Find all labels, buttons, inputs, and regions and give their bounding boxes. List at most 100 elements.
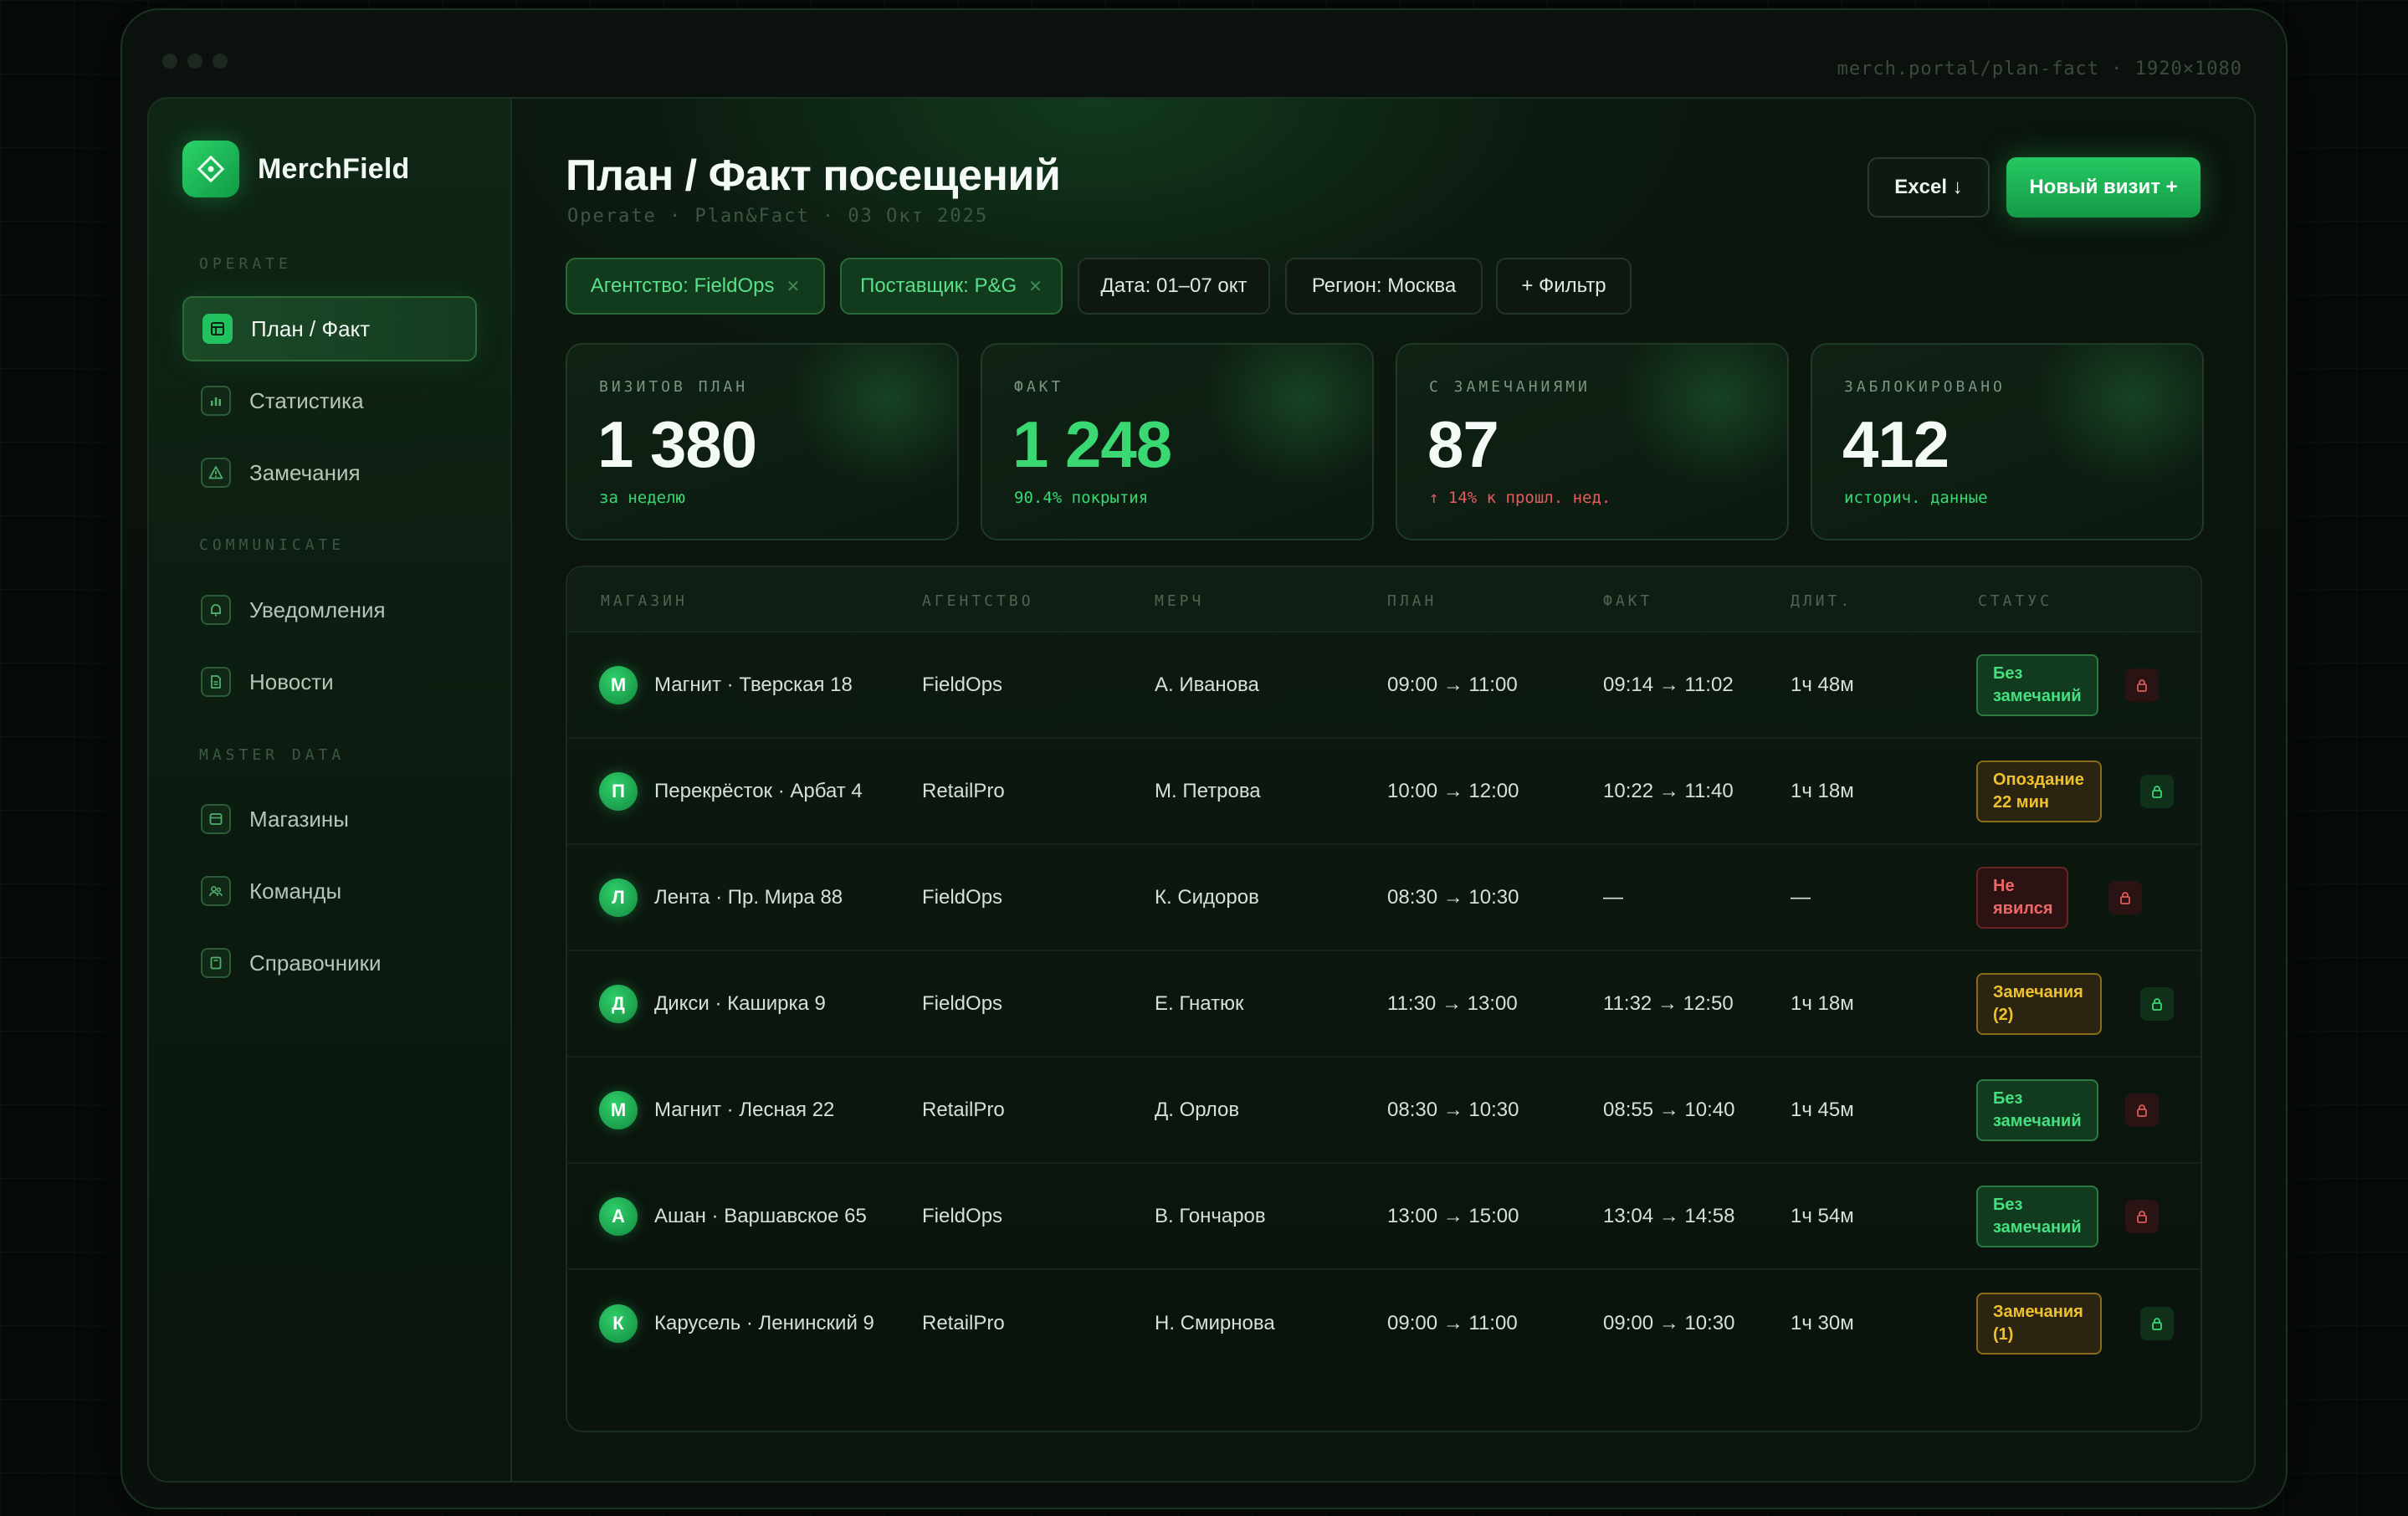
sidebar-item-notifications[interactable]: Уведомления xyxy=(182,577,477,643)
warning-icon xyxy=(201,458,231,488)
table-row[interactable]: М Магнит · Тверская 18 FieldOps А. Иванова 0… xyxy=(567,633,2201,739)
filter-chip-label: Поставщик: P&G xyxy=(860,274,1017,297)
column-header-merch[interactable]: МЕРЧ xyxy=(1155,592,1204,610)
fact-time-cell: 11:32 → 12:50 xyxy=(1603,991,1734,1015)
store-name[interactable]: Магнит · Тверская 18 xyxy=(654,673,853,697)
table-header: МАГАЗИН АГЕНТСТВО МЕРЧ ПЛАН ФАКТ ДЛИТ. С… xyxy=(567,567,2201,633)
status-badge: Замечания (2) xyxy=(1976,972,2102,1035)
stat-note: историч. данные xyxy=(1844,489,1988,507)
excel-export-button[interactable]: Excel ↓ xyxy=(1867,157,1990,218)
merch-cell: Н. Смирнова xyxy=(1155,1311,1275,1334)
table-row[interactable]: А Ашан · Варшавское 65 FieldOps В. Гончаров… xyxy=(567,1164,2201,1270)
stat-value: 412 xyxy=(1842,407,1949,481)
duration-cell: — xyxy=(1791,885,1811,909)
document-icon xyxy=(201,667,231,697)
users-icon xyxy=(201,876,231,906)
status-badge: Без замечаний xyxy=(1976,1185,2098,1247)
sidebar-item-stores[interactable]: Магазины xyxy=(182,786,477,852)
column-header-store[interactable]: МАГАЗИН xyxy=(601,592,688,610)
window-controls xyxy=(162,54,228,69)
store-name[interactable]: Лента · Пр. Мира 88 xyxy=(654,886,843,909)
page-title: План / Факт посещений xyxy=(566,151,1061,200)
url-label: merch.portal/plan-fact · 1920×1080 xyxy=(1837,59,2242,79)
plan-time-cell: 09:00 → 11:00 xyxy=(1387,673,1518,696)
table-row[interactable]: Д Дикси · Каширка 9 FieldOps Е. Гнатюк 11:30… xyxy=(567,951,2201,1058)
sidebar-item-references[interactable]: Справочники xyxy=(182,930,477,996)
fact-time-cell: — xyxy=(1603,885,1623,909)
brand[interactable]: MerchField xyxy=(182,141,409,197)
duration-cell: 1ч 18м xyxy=(1791,991,1854,1015)
bar-chart-icon xyxy=(201,386,231,416)
status-badge: Не явился xyxy=(1976,866,2068,929)
add-filter-button[interactable]: + Фильтр xyxy=(1496,258,1632,315)
agency-cell: FieldOps xyxy=(922,991,1003,1015)
store-name[interactable]: Магнит · Лесная 22 xyxy=(654,1099,834,1122)
store-name[interactable]: Перекрёсток · Арбат 4 xyxy=(654,780,863,803)
table-row[interactable]: М Магнит · Лесная 22 RetailPro Д. Орлов 08:3… xyxy=(567,1058,2201,1164)
filter-chip-supplier[interactable]: Поставщик: P&G ✕ xyxy=(840,258,1063,315)
lock-icon[interactable] xyxy=(2108,880,2142,914)
window-minimize-dot[interactable] xyxy=(187,54,202,69)
column-header-fact[interactable]: ФАКТ xyxy=(1603,592,1652,610)
merch-cell: Е. Гнатюк xyxy=(1155,991,1244,1015)
column-header-plan[interactable]: ПЛАН xyxy=(1387,592,1437,610)
stat-card-blocked: ЗАБЛОКИРОВАНО 412 историч. данные xyxy=(1811,343,2204,540)
duration-cell: 1ч 45м xyxy=(1791,1098,1854,1121)
sidebar-item-statistics[interactable]: Статистика xyxy=(182,368,477,433)
status-badge: Замечания (1) xyxy=(1976,1292,2102,1355)
merch-cell: А. Иванова xyxy=(1155,673,1259,696)
close-icon[interactable]: ✕ xyxy=(786,276,800,297)
sidebar-item-plan-fact[interactable]: План / Факт xyxy=(182,296,477,361)
sidebar-item-teams[interactable]: Команды xyxy=(182,858,477,924)
filter-chip-agency[interactable]: Агентство: FieldOps ✕ xyxy=(566,258,825,315)
agency-cell: FieldOps xyxy=(922,1204,1003,1227)
merch-cell: М. Петрова xyxy=(1155,779,1261,802)
store-name[interactable]: Карусель · Ленинский 9 xyxy=(654,1312,874,1335)
lock-icon[interactable] xyxy=(2140,774,2174,808)
plan-time-cell: 13:00 → 15:00 xyxy=(1387,1204,1519,1227)
filter-chip-label: Дата: 01–07 окт xyxy=(1100,274,1248,297)
agency-cell: FieldOps xyxy=(922,885,1003,909)
filter-chip-date[interactable]: Дата: 01–07 окт xyxy=(1078,258,1270,315)
fact-time-cell: 09:00 → 10:30 xyxy=(1603,1311,1735,1334)
app-panel: MerchField OPERATE План / Факт Статистик… xyxy=(147,97,2256,1483)
column-header-duration[interactable]: ДЛИТ. xyxy=(1791,592,1852,610)
stat-value: 87 xyxy=(1427,407,1499,481)
table-row[interactable]: Л Лента · Пр. Мира 88 FieldOps К. Сидоров 08… xyxy=(567,845,2201,951)
lock-icon[interactable] xyxy=(2140,1306,2174,1340)
agency-cell: FieldOps xyxy=(922,673,1003,696)
column-header-status[interactable]: СТАТУС xyxy=(1978,592,2052,610)
bell-icon xyxy=(201,595,231,625)
nav-section-operate: OPERATE xyxy=(199,255,292,273)
filter-chip-region[interactable]: Регион: Москва xyxy=(1285,258,1483,315)
stat-card-remarks: С ЗАМЕЧАНИЯМИ 87 ↑ 14% к прошл. нед. xyxy=(1396,343,1789,540)
new-visit-button[interactable]: Новый визит + xyxy=(2006,157,2201,218)
table-row[interactable]: П Перекрёсток · Арбат 4 RetailPro М. Петров… xyxy=(567,739,2201,845)
sidebar-item-label: Статистика xyxy=(249,387,364,413)
sidebar-item-remarks[interactable]: Замечания xyxy=(182,440,477,505)
store-avatar: Л xyxy=(599,878,638,917)
duration-cell: 1ч 48м xyxy=(1791,673,1854,696)
sidebar-item-label: Замечания xyxy=(249,459,361,485)
agency-cell: RetailPro xyxy=(922,1311,1005,1334)
brand-name: MerchField xyxy=(258,152,410,185)
sidebar-item-label: Новости xyxy=(249,668,334,694)
sidebar-item-news[interactable]: Новости xyxy=(182,649,477,714)
window-close-dot[interactable] xyxy=(162,54,177,69)
visits-table: МАГАЗИН АГЕНТСТВО МЕРЧ ПЛАН ФАКТ ДЛИТ. С… xyxy=(566,566,2202,1432)
lock-icon[interactable] xyxy=(2125,1093,2159,1127)
window-maximize-dot[interactable] xyxy=(213,54,228,69)
store-name[interactable]: Ашан · Варшавское 65 xyxy=(654,1205,867,1228)
fact-time-cell: 08:55 → 10:40 xyxy=(1603,1098,1735,1121)
store-name[interactable]: Дикси · Каширка 9 xyxy=(654,992,826,1016)
lock-icon[interactable] xyxy=(2125,668,2159,702)
column-header-agency[interactable]: АГЕНТСТВО xyxy=(922,592,1034,610)
close-icon[interactable]: ✕ xyxy=(1028,276,1043,297)
sidebar-item-label: Магазины xyxy=(249,806,349,832)
table-row[interactable]: К Карусель · Ленинский 9 RetailPro Н. Смирн… xyxy=(567,1270,2201,1376)
store-avatar: Д xyxy=(599,984,638,1023)
store-avatar: М xyxy=(599,1090,638,1129)
lock-icon[interactable] xyxy=(2140,986,2174,1021)
lock-icon[interactable] xyxy=(2125,1199,2159,1233)
filter-chip-label: + Фильтр xyxy=(1521,274,1606,297)
